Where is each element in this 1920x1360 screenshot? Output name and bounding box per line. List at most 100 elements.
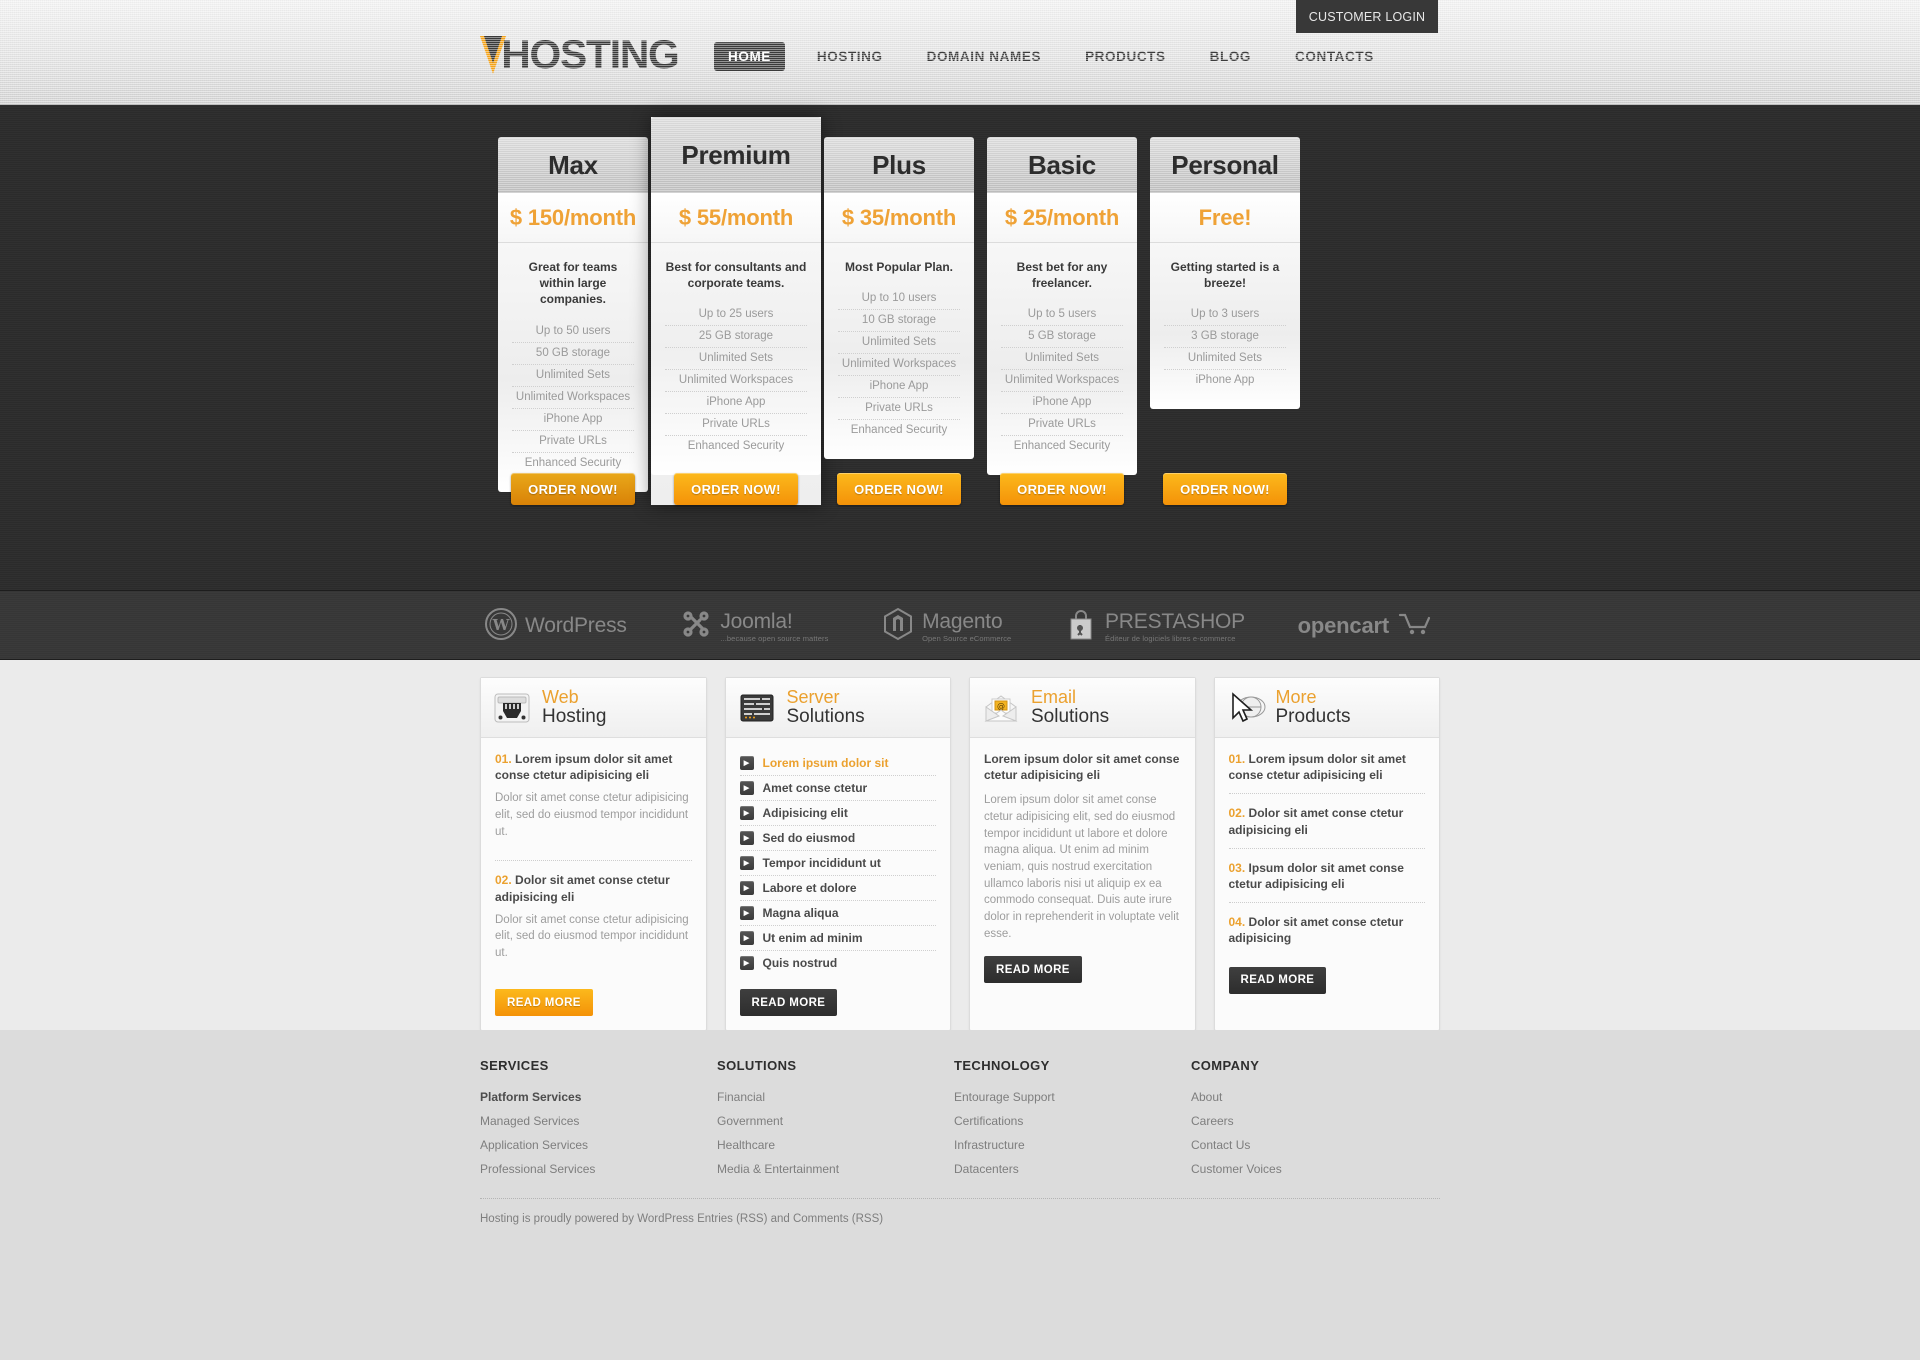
server-link-item[interactable]: ▶ Quis nostrud <box>739 951 937 975</box>
read-more-button[interactable]: READ MORE <box>984 956 1082 984</box>
server-link-item[interactable]: ▶ Magna aliqua <box>739 901 936 926</box>
pricing-plan-basic: Basic $ 25/month Best bet for any freelanc… <box>987 137 1137 476</box>
server-link-item[interactable]: ▶ Adipisicing elit <box>739 801 936 826</box>
footer-link[interactable]: Platform Services <box>480 1090 717 1104</box>
cms-logo-wordpress[interactable]: W WordPress <box>484 607 627 646</box>
cursor-globe-icon <box>1225 687 1267 729</box>
footer-link[interactable]: Managed Services <box>480 1114 717 1128</box>
plan-feature: Private URLs <box>665 414 807 437</box>
numbered-item-heading[interactable]: 02. Dolor sit amet conse ctetur adipisic… <box>495 872 692 904</box>
footer-link[interactable]: Certifications <box>954 1114 1191 1128</box>
footer-link[interactable]: About <box>1191 1090 1428 1104</box>
main-navigation: HOME HOSTING DOMAIN NAMES PRODUCTS BLOG CONTA… <box>714 42 1374 71</box>
pricing-hero: Max $ 150/month Great for teams within lar… <box>0 105 1920 590</box>
cms-logo-magento[interactable]: Magento Open Source eCommerce <box>881 607 1011 646</box>
footer-link[interactable]: Careers <box>1191 1114 1428 1128</box>
plan-feature: Unlimited Sets <box>838 332 960 355</box>
footer-column-heading: TECHNOLOGY <box>954 1058 1050 1073</box>
numbered-item-heading[interactable]: 01. Lorem ipsum dolor sit amet conse cte… <box>1229 751 1426 783</box>
footer-column-heading: SERVICES <box>480 1058 549 1073</box>
feature-box-body: ▶ Lorem ipsum dolor sit ▶ Amet conse ctetur… <box>726 738 951 1030</box>
footer-column-technology: TECHNOLOGY Entourage Support Certification… <box>954 1058 1191 1186</box>
footer-link[interactable]: Datacenters <box>954 1162 1191 1176</box>
cms-logo-sub: Éditeur de logiciels libres e-commerce <box>1105 633 1236 643</box>
server-link-label: Adipisicing elit <box>762 806 848 820</box>
cms-logo-prestashop[interactable]: PRESTASHOP Éditeur de logiciels libres e-… <box>1064 607 1245 646</box>
cms-logo-joomla[interactable]: Joomla! ...because open source matters <box>679 607 828 646</box>
site-logo[interactable]: HOSTING <box>480 35 680 75</box>
plan-description: Getting started is a breeze! <box>1170 260 1280 291</box>
item-number: 01. <box>495 752 512 766</box>
numbered-item: 04. Dolor sit amet conse ctetur adipisic… <box>1229 914 1426 946</box>
plan-body: Best for consultants and corporate teams… <box>651 243 821 476</box>
server-link-item[interactable]: ▶ Ut enim ad minim <box>739 926 936 951</box>
footer-link[interactable]: Media & Entertainment <box>717 1162 954 1176</box>
customer-login-button[interactable]: CUSTOMER LOGIN <box>1296 0 1438 33</box>
item-text: Dolor sit amet conse ctetur adipisicing … <box>495 913 689 960</box>
chevron-right-icon: ▶ <box>739 806 754 820</box>
server-link-item[interactable]: ▶ Tempor incididunt ut <box>739 851 936 876</box>
plan-header: Premium <box>651 117 821 193</box>
footer-link[interactable]: Government <box>717 1114 954 1128</box>
nav-item-contacts[interactable]: CONTACTS <box>1295 49 1374 64</box>
server-link-item[interactable]: ▶ Labore et dolore <box>739 876 936 901</box>
footer-link[interactable]: Customer Voices <box>1191 1162 1428 1176</box>
numbered-item-heading[interactable]: 02. Dolor sit amet conse ctetur adipisic… <box>1229 805 1426 837</box>
plan-price: Free! <box>1198 204 1252 230</box>
feature-title-top: Server <box>786 687 840 708</box>
plan-feature: Up to 5 users <box>1001 304 1123 327</box>
footer-link[interactable]: Professional Services <box>480 1162 717 1176</box>
nav-item-products[interactable]: PRODUCTS <box>1085 49 1166 64</box>
feature-box-title: Web Hosting <box>542 688 606 726</box>
footer-link[interactable]: Healthcare <box>717 1138 954 1152</box>
footer-link[interactable]: Entourage Support <box>954 1090 1191 1104</box>
order-now-button[interactable]: ORDER NOW! <box>511 473 635 505</box>
server-link-item[interactable]: ▶ Lorem ipsum dolor sit <box>739 751 936 776</box>
plan-description: Most Popular Plan. <box>844 260 953 274</box>
footer-link[interactable]: Financial <box>717 1090 954 1104</box>
footer-link[interactable]: Infrastructure <box>954 1138 1191 1152</box>
order-now-button[interactable]: ORDER NOW! <box>837 473 961 505</box>
opencart-icon <box>1396 611 1436 642</box>
plan-feature: Private URLs <box>512 431 634 453</box>
server-link-item[interactable]: ▶ Amet conse ctetur <box>739 776 936 801</box>
nav-item-domain-names[interactable]: DOMAIN NAMES <box>927 49 1041 64</box>
numbered-item-heading[interactable]: 01. Lorem ipsum dolor sit amet conse cte… <box>495 751 692 783</box>
numbered-item-heading[interactable]: 03. Ipsum dolor sit amet conse ctetur ad… <box>1229 860 1426 892</box>
feature-title-bottom: Hosting <box>542 705 607 727</box>
plan-feature: Unlimited Sets <box>1001 348 1123 371</box>
plan-feature: Unlimited Workspaces <box>838 354 960 377</box>
cms-logo-opencart[interactable]: opencart <box>1298 611 1436 642</box>
numbered-item-heading[interactable]: 04. Dolor sit amet conse ctetur adipisic… <box>1229 914 1426 946</box>
read-more-button[interactable]: READ MORE <box>1228 966 1327 994</box>
order-now-button[interactable]: ORDER NOW! <box>674 473 798 505</box>
footer-link[interactable]: Contact Us <box>1191 1138 1428 1152</box>
read-more-button[interactable]: READ MORE <box>495 989 593 1016</box>
chevron-right-icon: ▶ <box>739 781 754 795</box>
site-footer: SERVICES Platform Services Managed Service… <box>0 1030 1920 1360</box>
page-root: CUSTOMER LOGIN HOSTING HOME HOSTING DOMAIN… <box>0 0 1920 1360</box>
chevron-right-icon: ▶ <box>739 956 754 970</box>
footer-link[interactable]: Application Services <box>480 1138 717 1152</box>
order-now-button[interactable]: ORDER NOW! <box>1163 473 1287 505</box>
plan-price-row: $ 150/month <box>498 193 648 243</box>
plan-price-row: $ 35/month <box>824 193 974 243</box>
feature-boxes-section: Web Hosting 01. Lorem ipsum dolor sit am… <box>0 660 1920 1031</box>
feature-box-web-hosting: Web Hosting 01. Lorem ipsum dolor sit am… <box>480 677 707 1031</box>
plan-feature: Private URLs <box>838 398 960 421</box>
read-more-button[interactable]: READ MORE <box>739 989 838 1016</box>
nav-item-hosting[interactable]: HOSTING <box>817 49 883 64</box>
footer-column-heading: COMPANY <box>1191 1058 1260 1073</box>
plan-order-wrapper: ORDER NOW! <box>651 473 821 505</box>
feature-title-top: Email <box>1031 687 1077 708</box>
chevron-right-icon: ▶ <box>739 831 754 845</box>
plan-feature: Enhanced Security <box>850 424 948 437</box>
nav-item-blog[interactable]: BLOG <box>1210 49 1251 64</box>
server-link-item[interactable]: ▶ Sed do eiusmod <box>739 826 936 851</box>
plan-feature: Up to 25 users <box>665 304 807 327</box>
joomla-icon <box>679 607 713 646</box>
nav-item-home[interactable]: HOME <box>714 42 785 71</box>
item-number: 03. <box>1228 860 1246 875</box>
order-now-button[interactable]: ORDER NOW! <box>1000 473 1124 505</box>
plan-feature: Unlimited Sets <box>512 365 634 387</box>
